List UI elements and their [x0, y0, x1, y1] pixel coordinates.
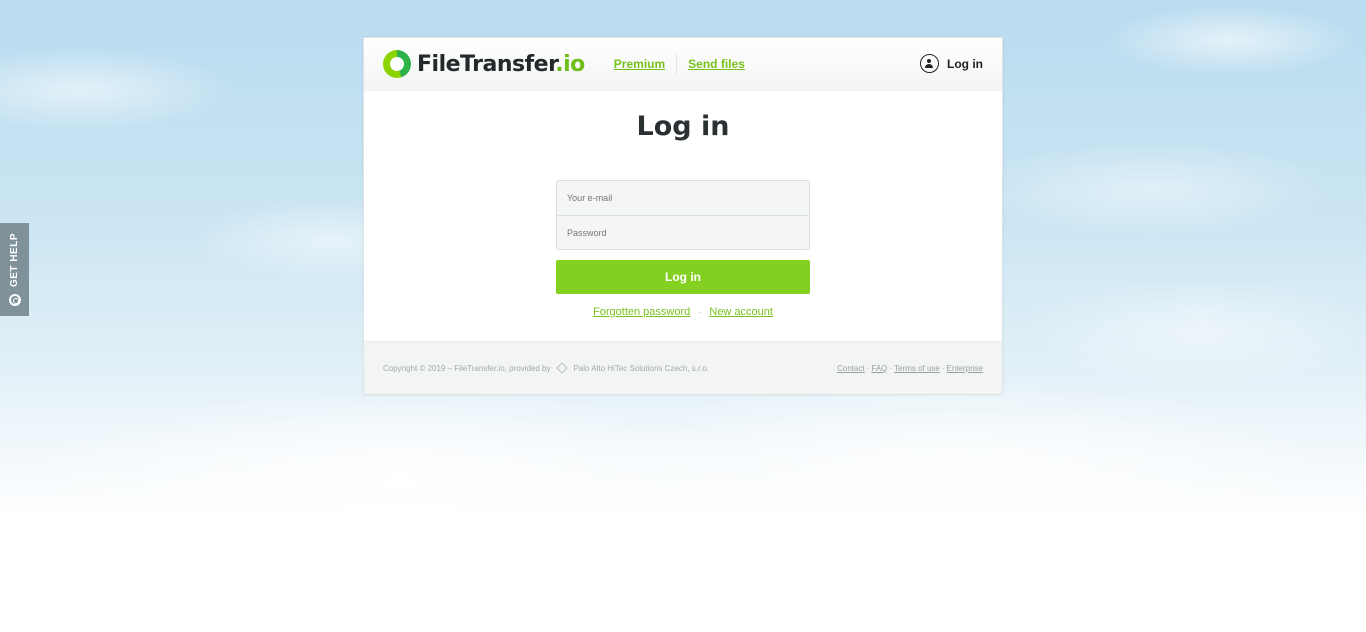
password-field[interactable] — [557, 215, 809, 249]
account-links: Forgotten password · New account — [556, 306, 810, 318]
nav-divider — [676, 54, 678, 74]
footer-terms-link[interactable]: Terms of use — [894, 364, 940, 373]
get-help-label: GET HELP — [9, 233, 20, 288]
footer-links: Contact · FAQ · Terms of use · Enterprise — [837, 363, 983, 373]
provider-logo-icon — [556, 362, 569, 374]
nav-send-files-link[interactable]: Send files — [688, 57, 745, 71]
footer-enterprise-link[interactable]: Enterprise — [947, 364, 983, 373]
copyright: Copyright © 2019 – FileTransfer.io, prov… — [383, 362, 709, 374]
user-icon — [920, 54, 939, 73]
header: FileTransfer.io Premium Send files Log i… — [364, 38, 1002, 91]
login-form: Log in Forgotten password · New account — [556, 180, 810, 318]
credentials-group — [556, 180, 810, 250]
new-account-link[interactable]: New account — [709, 306, 773, 318]
email-field[interactable] — [557, 181, 809, 215]
header-login-label: Log in — [947, 56, 983, 71]
footer-faq-link[interactable]: FAQ — [871, 364, 887, 373]
logo-icon — [383, 50, 411, 78]
get-help-tab[interactable]: GET HELP — [0, 223, 29, 316]
login-submit-button[interactable]: Log in — [556, 260, 810, 294]
footer: Copyright © 2019 – FileTransfer.io, prov… — [364, 341, 1002, 394]
page-title: Log in — [636, 111, 730, 142]
provider-name[interactable]: Palo Alto HiTec Solutions Czech, s.r.o. — [573, 364, 709, 373]
footer-contact-link[interactable]: Contact — [837, 364, 865, 373]
nav-premium-link[interactable]: Premium — [614, 57, 665, 71]
copyright-text: Copyright © 2019 – FileTransfer.io, prov… — [383, 363, 551, 373]
main-nav: Premium Send files — [614, 54, 745, 74]
lifebuoy-icon — [8, 293, 21, 306]
logo-text: FileTransfer.io — [417, 51, 585, 77]
logo[interactable]: FileTransfer.io — [383, 50, 585, 78]
header-login-button[interactable]: Log in — [920, 54, 983, 73]
forgotten-password-link[interactable]: Forgotten password — [593, 306, 690, 318]
links-separator: · — [698, 307, 702, 317]
login-card: FileTransfer.io Premium Send files Log i… — [363, 37, 1003, 395]
